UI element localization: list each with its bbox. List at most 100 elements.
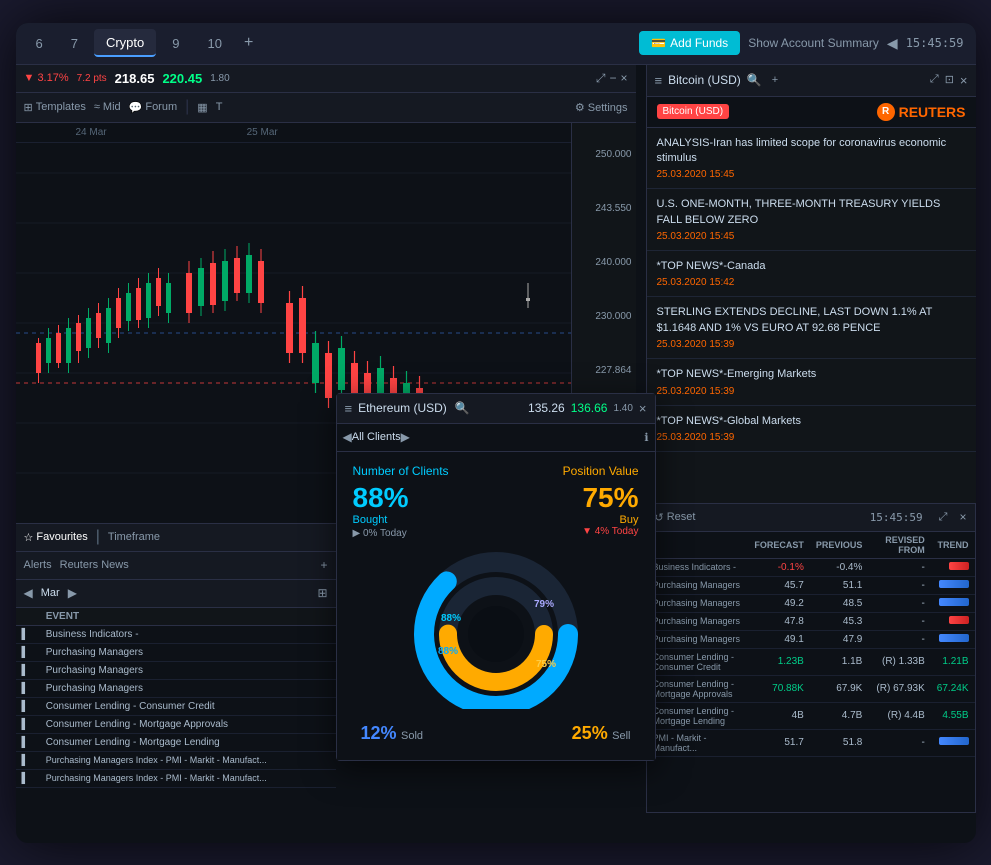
calendar-month: Mar [41,587,60,599]
price-diff: 1.80 [210,73,229,84]
main-screen: 6 7 Crypto 9 10 + 💳 Add Funds Show Accou… [16,23,976,843]
chart-toolbar: ⊞ Templates ≈ Mid 💬 Forum | ▦ T ⚙ Settin… [16,93,636,123]
expand-forecast-icon[interactable]: ⤢ [939,511,948,524]
close-forecast-icon[interactable]: × [959,510,966,524]
svg-text:88%: 88% [440,613,460,624]
trend-bar-neg-4 [949,616,969,624]
forecast-revised-6: (R) 1.33B [868,648,930,675]
expand-icon[interactable]: ⤢ [596,71,606,86]
eth-position-col: Position Value 75% Buy ▼ 4% Today [496,464,639,539]
text-tool-icon[interactable]: T [216,101,223,113]
settings-button[interactable]: ⚙ Settings [575,101,628,114]
sell-percentage: 25% [572,723,608,743]
forecast-prev-5: 47.9 [810,630,869,648]
tab-10[interactable]: 10 [196,29,234,57]
info-icon[interactable]: ℹ [644,431,648,444]
news-list: ANALYSIS-Iran has limited scope for coro… [647,128,976,453]
forecast-revised-7: (R) 67.93K [868,675,930,702]
col-forecast-header: FORECAST [748,532,810,559]
add-funds-label: Add Funds [670,36,728,50]
event-row-4: ▌ Purchasing Managers [16,679,336,697]
add-funds-button[interactable]: 💳 Add Funds [639,31,740,55]
calendar-grid-icon[interactable]: ⊞ [317,586,327,600]
event-row-5: ▌ Consumer Lending - Consumer Credit [16,697,336,715]
search-icon[interactable]: 🔍 [747,73,762,87]
eth-price2: 136.66 [571,401,608,415]
trend-bar-pos-3 [939,598,969,606]
add-tab-icon[interactable]: + [772,74,778,86]
prev-nav-icon[interactable]: ◀ [887,35,898,52]
close-panel-icon[interactable]: × [960,73,968,88]
news-item-1[interactable]: ANALYSIS-Iran has limited scope for coro… [647,128,976,190]
cal-next-icon[interactable]: ▶ [68,586,77,600]
tab-6[interactable]: 6 [24,29,55,57]
forum-button[interactable]: 💬 Forum [129,101,177,114]
hamburger-icon[interactable]: ≡ [655,73,663,88]
forecast-final-7: 67.24K [931,675,975,702]
forecast-revised-4: - [868,612,930,630]
col-previous-header: PREVIOUS [810,532,869,559]
news-item-3[interactable]: *TOP NEWS*-Canada 25.03.2020 15:42 [647,251,976,297]
news-item-5[interactable]: *TOP NEWS*-Emerging Markets 25.03.2020 1… [647,359,976,405]
event-flag-7: ▌ [16,733,40,751]
tab-crypto[interactable]: Crypto [94,29,156,57]
news-headline-3: *TOP NEWS*-Canada [657,259,966,274]
show-account-button[interactable]: Show Account Summary [748,36,879,50]
sell-label-group: 25% Sell [572,723,631,744]
favourites-tab[interactable]: ☆ Favourites [24,531,88,544]
eth-search-icon[interactable]: 🔍 [455,401,470,415]
timeframe-tab[interactable]: Timeframe [108,531,160,543]
mid-button[interactable]: ≈ Mid [94,101,121,113]
forecast-val-3: 49.2 [748,594,810,612]
cal-prev-icon[interactable]: ◀ [24,586,33,600]
forecast-panel-header: ↺ Reset 15:45:59 ⤢ × [647,504,975,532]
forecast-trend-5 [931,630,975,648]
timeframe-label: Timeframe [108,531,160,543]
price-change-indicator: ▼ 3.17% [24,72,69,84]
chart-price-bar: ▼ 3.17% 7.2 pts 218.65 220.45 1.80 ⤢ − × [16,65,636,93]
forecast-final-8: 4.55B [931,702,975,729]
eth-nav-next-icon[interactable]: ▶ [401,430,410,444]
eth-nav-label: All Clients [352,431,401,443]
reuters-news-panel: ≡ Bitcoin (USD) 🔍 + ⤢ ⊡ × Bitcoin (USD) … [646,65,976,505]
add-panel-icon[interactable]: + [320,558,327,572]
panel-controls: ⤢ ⊡ × [930,73,968,88]
news-item-6[interactable]: *TOP NEWS*-Global Markets 25.03.2020 15:… [647,406,976,452]
chart-tools-icon[interactable]: ▦ [197,101,207,114]
today-buy: ▼ 4% Today [496,526,639,537]
eth-menu-icon[interactable]: ≡ [345,401,353,416]
minimize-icon[interactable]: − [609,71,616,86]
reset-button[interactable]: ↺ Reset [655,511,696,524]
news-item-2[interactable]: U.S. ONE-MONTH, THREE-MONTH TREASURY YIE… [647,189,976,251]
forecast-trend-2 [931,576,975,594]
eth-nav-prev-icon[interactable]: ◀ [343,430,352,444]
tab-9[interactable]: 9 [160,29,191,57]
sold-label-group: 12% Sold [361,723,424,744]
forecast-row-5: Purchasing Managers 49.1 47.9 - [647,630,975,648]
news-item-4[interactable]: STERLING EXTENDS DECLINE, LAST DOWN 1.1%… [647,297,976,359]
event-flag-2: ▌ [16,643,40,661]
news-time-2: 25.03.2020 15:45 [657,231,966,242]
sold-text: Sold [401,730,423,742]
close-eth-popup-icon[interactable]: × [639,401,647,416]
tab-7[interactable]: 7 [59,29,90,57]
mid-label: Mid [103,101,121,113]
reuters-news-label: Reuters News [60,559,129,571]
mid-icon: ≈ [94,101,100,113]
news-time-5: 25.03.2020 15:39 [657,386,966,397]
trend-bar-pos-5 [939,634,969,642]
forecast-event-7: Consumer Lending - Mortgage Approvals [647,675,749,702]
favourites-label: Favourites [36,531,87,543]
today-buy-text: 4% Today [595,526,639,537]
close-chart-icon[interactable]: × [620,71,627,86]
position-title: Position Value [496,464,639,478]
eth-stats-row: Number of Clients 88% Bought 0% Today Po… [353,464,639,539]
forecast-row-9: PMI - Markit - Manufact... 51.7 51.8 - [647,729,975,756]
popout-icon[interactable]: ⊡ [945,73,954,88]
expand-icon[interactable]: ⤢ [930,73,939,88]
templates-button[interactable]: ⊞ Templates [24,101,86,114]
forecast-revised-3: - [868,594,930,612]
add-tab-button[interactable]: + [238,34,259,52]
forum-label: Forum [145,101,177,113]
forecast-val-6: 1.23B [748,648,810,675]
